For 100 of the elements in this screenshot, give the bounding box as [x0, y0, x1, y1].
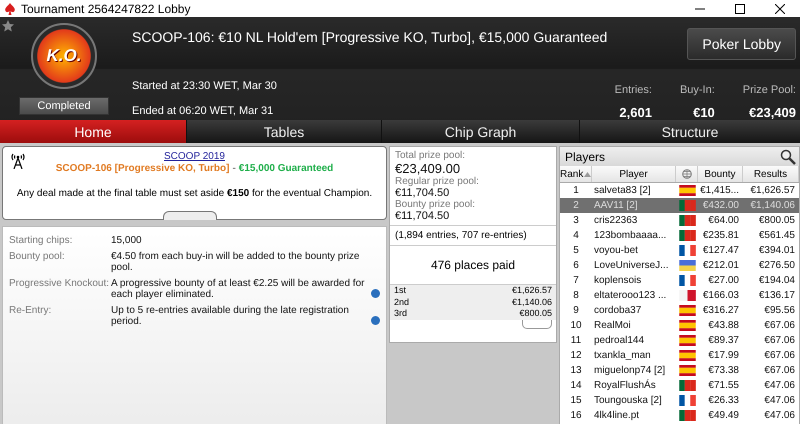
- player-row[interactable]: 5 voyou-bet €127.47 €394.01: [560, 243, 799, 258]
- separator: -: [232, 163, 236, 174]
- entries-note: (1,894 entries, 707 re-entries): [395, 230, 527, 241]
- tab[interactable]: Chip Graph: [382, 120, 579, 143]
- player-row[interactable]: 3 cris22363 €64.00 €800.05: [560, 213, 799, 228]
- player-row[interactable]: 13 miguelonp74 [2] €73.38 €67.06: [560, 363, 799, 378]
- bounty-cell-text: €1,415...: [699, 185, 740, 196]
- pool-value: €23,409.00: [395, 161, 462, 176]
- player-cell-text: RealMoi: [593, 320, 632, 331]
- rank-cell-text: 13: [569, 365, 583, 376]
- end-time: Ended at 06:20 WET, Mar 31: [132, 105, 274, 117]
- player-cell-text: cris22363: [593, 215, 638, 226]
- player-row[interactable]: 15 Toungouska [2] €26.33 €47.06: [560, 393, 799, 408]
- pool-label: Bounty prize pool:: [395, 199, 476, 210]
- player-row[interactable]: 9 cordoba37 €316.27 €95.56: [560, 303, 799, 318]
- window-title: Tournament 2564247822 Lobby: [21, 2, 190, 16]
- pool-label: Total prize pool:: [395, 150, 466, 161]
- player-cell-text: eltaterooo123 ...: [593, 290, 668, 301]
- rank-cell-text: 15: [569, 395, 583, 406]
- payout-amount: €1,626.57: [512, 285, 552, 296]
- player-cell-text: LoveUniverseJ...: [593, 260, 670, 271]
- detail-value: 15,000: [111, 235, 142, 246]
- rank-cell-text: 12: [569, 350, 583, 361]
- bounty-cell-text: €73.38: [707, 365, 740, 376]
- results-cell-text: €95.56: [763, 305, 796, 316]
- deal-notice: Any deal made at the final table must set aside €150 for the eventual Champion.: [16, 188, 372, 199]
- results-cell-text: €67.06: [763, 335, 796, 346]
- results-cell-text: €67.06: [763, 365, 796, 376]
- player-cell-text: miguelonp74 [2]: [593, 365, 666, 376]
- results-cell-text: €47.06: [763, 380, 796, 391]
- results-cell-text: €394.01: [758, 245, 796, 256]
- player-cell-text: Toungouska [2]: [593, 395, 663, 406]
- search-icon[interactable]: [780, 148, 796, 164]
- bounty-cell-text: €432.00: [702, 200, 740, 211]
- bounty-cell-text: €127.47: [702, 245, 740, 256]
- info-icon[interactable]: [371, 316, 380, 325]
- player-row[interactable]: 10 RealMoi €43.88 €67.06: [560, 318, 799, 333]
- guarantee-text: €15,000 Guaranteed: [238, 163, 334, 174]
- rank-cell-text: 1: [572, 185, 580, 196]
- tab[interactable]: Home: [0, 120, 186, 143]
- column-header[interactable]: Rank: [560, 166, 592, 182]
- detail-label: Progressive Knockout:: [9, 278, 110, 291]
- close-icon[interactable]: [775, 4, 785, 14]
- column-header[interactable]: Results: [743, 166, 799, 182]
- results-cell-text: €47.06: [763, 395, 796, 406]
- payout-amount: €1,140.06: [512, 296, 552, 308]
- start-time: Started at 23:30 WET, Mar 30: [132, 80, 277, 92]
- bounty-cell-text: €316.27: [702, 305, 740, 316]
- stat-label: Prize Pool:: [742, 84, 796, 96]
- player-cell-text: txankla_man: [593, 350, 652, 361]
- detail-label: Bounty pool:: [9, 251, 66, 264]
- bounty-cell-text: €64.00: [707, 215, 740, 226]
- player-cell-text: voyou-bet: [593, 245, 639, 256]
- maximize-icon[interactable]: [735, 4, 745, 14]
- detail-value: Up to 5 re-entries available during the late registration period.: [111, 305, 350, 327]
- player-cell-text: 4lk4line.pt: [593, 410, 640, 421]
- player-row[interactable]: 2 AAV11 [2] €432.00 €1,140.06: [560, 198, 799, 213]
- star-icon[interactable]: [2, 20, 14, 32]
- player-cell-text: koplensois: [593, 275, 642, 286]
- player-row[interactable]: 14 RoyalFlushÁs €71.55 €47.06: [560, 378, 799, 393]
- tab[interactable]: Structure: [580, 120, 800, 143]
- bounty-cell-text: €89.37: [707, 335, 740, 346]
- player-row[interactable]: 16 4lk4line.pt €49.49 €47.06: [560, 408, 799, 423]
- player-row[interactable]: 8 eltaterooo123 ... €166.03 €136.17: [560, 288, 799, 303]
- info-icon[interactable]: [371, 289, 380, 298]
- bounty-cell-text: €27.00: [707, 275, 740, 286]
- player-row[interactable]: 12 txankla_man €17.99 €67.06: [560, 348, 799, 363]
- antenna-icon: [11, 153, 25, 169]
- tab[interactable]: Tables: [187, 120, 381, 143]
- players-title: Players: [565, 150, 606, 164]
- poker-lobby-button[interactable]: Poker Lobby: [687, 28, 796, 60]
- player-row[interactable]: 7 koplensois €27.00 €194.04: [560, 273, 799, 288]
- payout-place: 1st: [394, 285, 406, 296]
- column-header[interactable]: Player: [592, 166, 676, 182]
- bounty-cell-text: €212.01: [702, 260, 740, 271]
- player-row[interactable]: 11 pedroal144 €89.37 €67.06: [560, 333, 799, 348]
- rank-cell-text: 2: [572, 200, 580, 211]
- detail-value: A progressive bounty of at least €2.25 will be awarded for each player eliminated.: [111, 278, 366, 300]
- results-cell-text: €67.06: [763, 320, 796, 331]
- event-name: SCOOP-106 [Progressive KO, Turbo]: [56, 163, 230, 174]
- spade-icon: [4, 2, 16, 14]
- player-row[interactable]: 6 LoveUniverseJ... €212.01 €276.50: [560, 258, 799, 273]
- series-link[interactable]: SCOOP 2019: [164, 151, 225, 162]
- stat-label: Entries:: [614, 84, 652, 96]
- player-row[interactable]: 4 123bombaaaa... €235.81 €561.45: [560, 228, 799, 243]
- stat-value: €23,409: [749, 105, 796, 120]
- results-cell-text: €136.17: [758, 290, 796, 301]
- status-badge: Completed: [19, 97, 109, 115]
- results-cell-text: €47.06: [763, 410, 796, 421]
- player-cell-text: RoyalFlushÁs: [593, 380, 657, 391]
- rank-cell-text: 5: [572, 245, 580, 256]
- globe-icon[interactable]: [682, 169, 692, 179]
- results-cell-text: €276.50: [758, 260, 796, 271]
- column-header[interactable]: Bounty: [698, 166, 743, 182]
- collapse-tab[interactable]: [163, 211, 217, 220]
- player-row[interactable]: 1 salveta83 [2] €1,415... €1,626.57: [560, 183, 799, 198]
- stat-value: €10: [693, 105, 715, 120]
- results-cell-text: €1,626.57: [750, 185, 796, 196]
- results-cell-text: €67.06: [763, 350, 796, 361]
- rank-cell-text: 7: [572, 275, 580, 286]
